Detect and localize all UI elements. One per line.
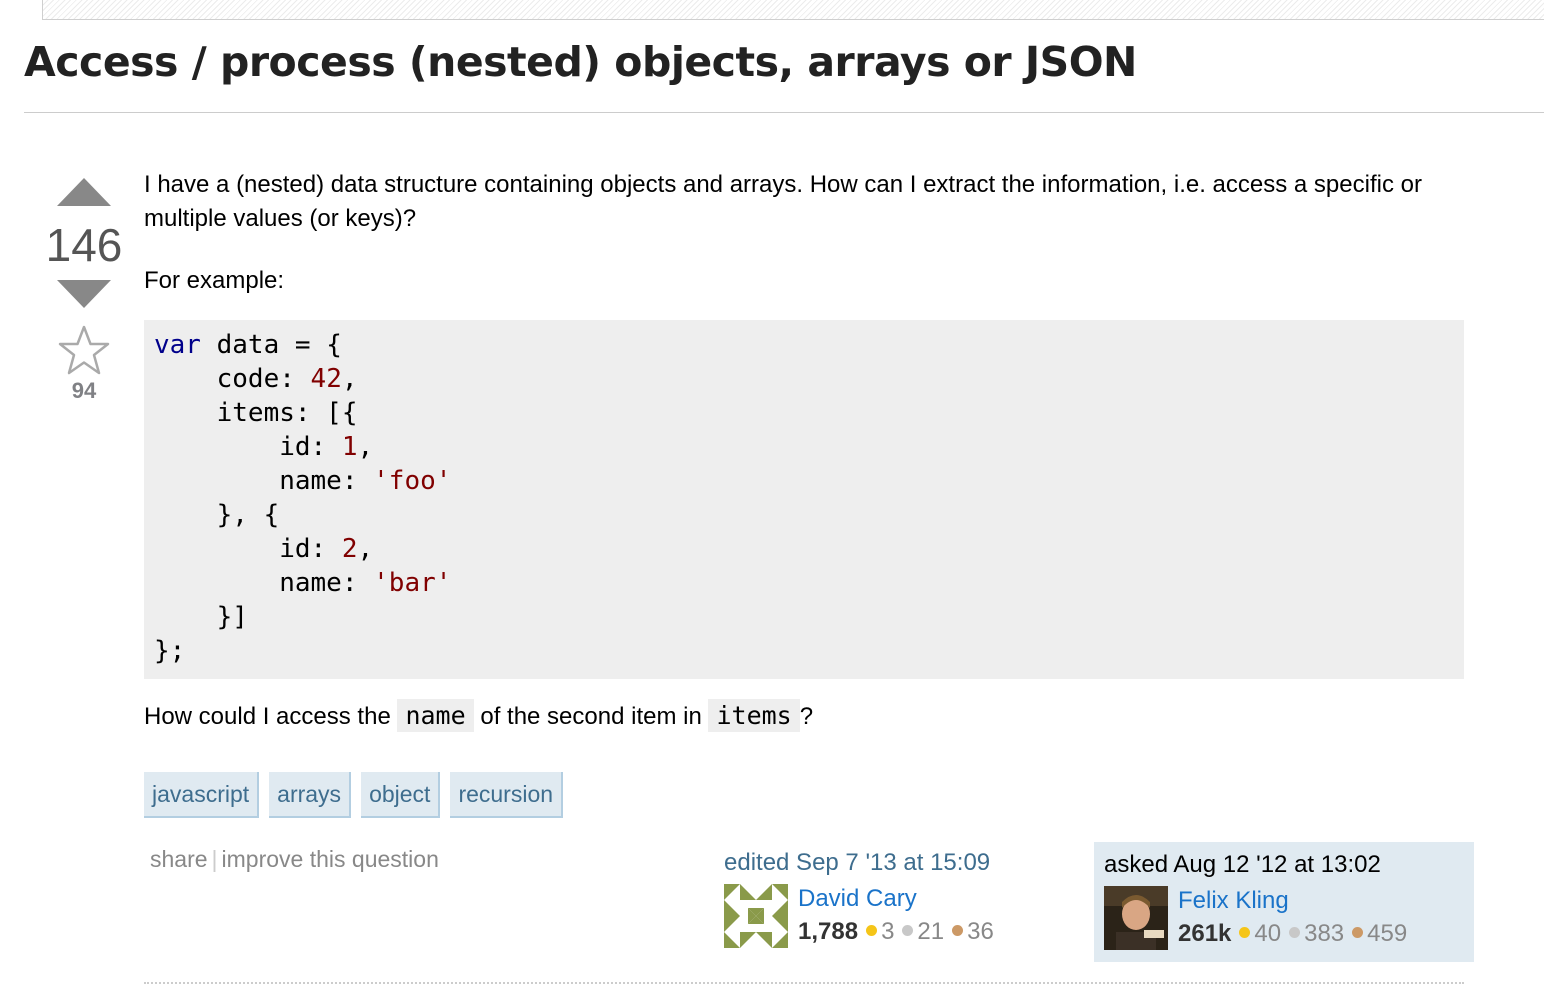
inline-code-name: name <box>397 699 474 732</box>
downvote-arrow-icon[interactable] <box>57 280 111 308</box>
menu-separator: | <box>211 846 218 872</box>
gold-badge-icon <box>866 925 878 936</box>
upvote-arrow-icon[interactable] <box>57 178 111 206</box>
silver-badge-count: 21 <box>917 918 945 945</box>
editor-user-row: David Cary 1,788 3 21 36 <box>724 884 1084 950</box>
code-keyword: var <box>154 330 201 360</box>
edited-timestamp-link[interactable]: edited Sep 7 '13 at 15:09 <box>724 846 1084 880</box>
silver-badge-icon <box>1289 927 1301 938</box>
editor-details: David Cary 1,788 3 21 36 <box>798 884 994 950</box>
favorite-count: 94 <box>71 378 97 403</box>
editor-avatar[interactable] <box>724 884 788 948</box>
top-decorative-strip <box>42 0 1544 20</box>
code-block: var data = { code: 42, items: [{ id: 1, … <box>144 320 1464 679</box>
code-line-4-key: id: <box>154 432 342 462</box>
silver-badge-count: 383 <box>1304 920 1345 947</box>
vote-count: 146 <box>45 219 123 271</box>
bronze-badge-icon <box>952 925 964 936</box>
question-text-1: How could I access the <box>144 703 398 730</box>
code-line-8-key: name: <box>154 568 374 598</box>
question-sentence: How could I access the name of the secon… <box>144 699 1464 734</box>
code-line-8-value: 'bar' <box>373 568 452 598</box>
reputation-score: 261k <box>1178 920 1232 947</box>
bronze-badge-count: 36 <box>967 918 994 945</box>
gold-badge-icon <box>1239 927 1251 938</box>
code-line-5-value: 'foo' <box>373 466 452 496</box>
code-line-7-value: 2 <box>341 534 358 564</box>
share-link[interactable]: share <box>150 846 208 872</box>
code-line-2-key: code: <box>154 364 311 394</box>
gold-badge-count: 3 <box>881 918 895 945</box>
code-line-5-key: name: <box>154 466 374 496</box>
inline-code-items: items <box>708 699 800 732</box>
code-line-2-value: 42 <box>310 364 342 394</box>
example-label: For example: <box>144 267 285 294</box>
code-line-7-key: id: <box>154 534 342 564</box>
editor-reputation: 1,788 3 21 36 <box>798 914 994 950</box>
title-divider <box>24 112 1544 113</box>
editor-name-link[interactable]: David Cary <box>798 884 994 914</box>
improve-question-link[interactable]: improve this question <box>222 846 439 872</box>
owner-name-link[interactable]: Felix Kling <box>1178 886 1407 916</box>
tag-recursion[interactable]: recursion <box>450 772 564 818</box>
code-line-4-value: 1 <box>341 432 358 462</box>
asked-timestamp: asked Aug 12 '12 at 13:02 <box>1104 851 1381 878</box>
gold-badge-count: 40 <box>1254 920 1282 947</box>
bronze-badge-count: 459 <box>1367 920 1408 947</box>
code-line-3: items: [{ <box>154 398 358 428</box>
question-text-2: of the second item in <box>473 703 709 730</box>
tag-arrays[interactable]: arrays <box>269 772 352 818</box>
code-line-4-end: , <box>357 432 374 462</box>
post-menu: share | improve this question <box>150 846 439 873</box>
code-line-9: }] <box>154 602 248 632</box>
question-text-3: ? <box>799 703 814 730</box>
code-line-7-end: , <box>357 534 374 564</box>
code-line-1: data = { <box>200 330 342 360</box>
question-intro: I have a (nested) data structure contain… <box>144 171 1422 232</box>
owner-signature: asked Aug 12 '12 at 13:02 Felix Kling 26… <box>1094 842 1474 962</box>
reputation-score: 1,788 <box>798 918 859 945</box>
tag-list: javascript arrays object recursion <box>144 772 564 818</box>
code-line-6: }, { <box>154 500 280 530</box>
owner-user-row: Felix Kling 261k 40 383 459 <box>1104 886 1464 952</box>
owner-details: Felix Kling 261k 40 383 459 <box>1178 886 1407 952</box>
star-icon[interactable] <box>56 324 112 378</box>
code-line-10: }; <box>154 636 186 666</box>
editor-signature: edited Sep 7 '13 at 15:09 David Cary 1,7… <box>724 846 1084 950</box>
owner-avatar[interactable] <box>1104 886 1168 950</box>
owner-reputation: 261k 40 383 459 <box>1178 916 1407 952</box>
post-body: I have a (nested) data structure contain… <box>144 168 1464 734</box>
tag-object[interactable]: object <box>361 772 441 818</box>
bronze-badge-icon <box>1352 927 1364 938</box>
tag-javascript[interactable]: javascript <box>144 772 260 818</box>
question-title[interactable]: Access / process (nested) objects, array… <box>24 38 1137 86</box>
code-line-2-end: , <box>341 364 358 394</box>
vote-cell: 146 94 <box>40 178 128 404</box>
silver-badge-icon <box>902 925 914 936</box>
